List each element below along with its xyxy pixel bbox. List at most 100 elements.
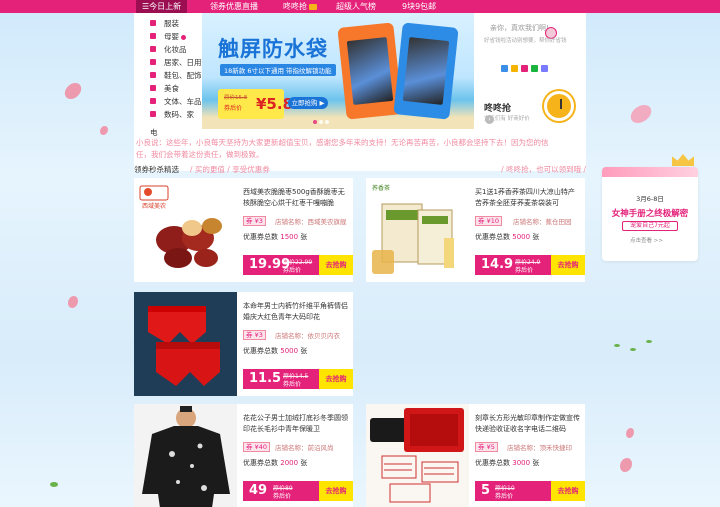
shoe-icon [150,72,156,78]
banner-coupon: 原价15.8 券后价 ¥5.8 [218,89,293,119]
shop-name[interactable]: 店铺名称：前沿风尚 [275,442,334,452]
greeting-text: 亲你，真欢我们啊! [490,24,549,32]
product-card[interactable]: 荞香茶 买1送1荞香荞茶四川大凉山特产苦荞茶全胚芽荞麦茶袋装可 券 ¥10 店铺… [366,178,585,282]
shop-name[interactable]: 店铺名称：顶禾快捷印 [507,442,572,452]
buy-button[interactable]: 去抢购 [319,369,353,389]
product-image[interactable]: 荞香茶 [366,178,469,282]
jujube-image: 西域美农 [139,185,222,268]
hero-banner[interactable]: 触屏防水袋 18新款 6寸以下通用 带指纹解锁功能 原价15.8 券后价 ¥5.… [202,13,474,129]
weibo-icon[interactable] [521,65,528,72]
nav-item-coupon-live[interactable]: 领券优惠直播 [210,0,258,13]
category-sidebar: 服装 母婴 化妆品 居家、日用 鞋包、配饰 美食 文体、车品 数码、家 [134,13,202,131]
buy-button[interactable]: 去抢购 [551,255,585,275]
category-item-shoes[interactable]: 鞋包、配饰 [134,69,202,82]
clothes-icon [150,20,156,26]
price: 49 [249,483,268,498]
gift-icon [309,3,317,10]
stamp-image [370,408,464,503]
product-card[interactable]: 刻章长方形光敏印章制作定做宣传快递验收证收名字电话二维码 券 ¥5 店铺名称：顶… [366,404,585,507]
product-card[interactable]: 花花公子男士加绒打底衫冬季圆领印花长毛衫中青年保暖卫 券 ¥40 店铺名称：前沿… [134,404,353,507]
buy-button[interactable]: 去抢购 [319,255,353,275]
banner-dot[interactable] [313,120,317,124]
phone-pouch-image [393,22,459,120]
product-title[interactable]: 花花公子男士加绒打底衫冬季圆领印花长毛衫中青年保暖卫 [243,413,349,435]
promo-more-link[interactable]: 点击查看 >> [630,236,663,244]
coupon-total: 优惠券总数 5000 张 [475,233,540,241]
food-icon [150,85,156,91]
petal-decoration [627,102,655,126]
user-panel: 亲你，真欢我们啊! 好省钱啦活动别想要，帮你好省钱 咚咚抢 女王们有 好商好价 [474,13,586,129]
price: 11.5 [249,371,282,386]
category-item-sports[interactable]: 文体、车品 [134,95,202,108]
category-item-clothes[interactable]: 服装 [134,17,202,30]
notice-text: 小良说：这些年，小良每天坚持为大家更新超值宝贝，感谢您多年来的支持！无论再苦再苦… [136,138,549,159]
leaf-decoration [630,348,636,351]
banner-buy-button[interactable]: 立即抢购 ▶ [288,97,328,109]
price: 14.9 [481,257,514,272]
petal-decoration [68,296,78,308]
nav-item-9-9[interactable]: 9块9包邮 [402,0,436,13]
product-image[interactable] [134,292,237,396]
product-title[interactable]: 买1送1荞香荞茶四川大凉山特产苦荞茶全胚芽荞麦茶袋装可 [475,187,581,209]
price-bar: 5 原价10 券后价 去抢购 [475,481,585,501]
product-card[interactable]: 本命年男士内裤竹纤维平角裤情侣婚庆大红色青年大码印花 券 ¥3 店铺名称：依贝贝… [134,292,353,396]
promo-card[interactable]: 3月6-8日 女神手册之终极解密 宠爱自己7元起 点击查看 >> [602,167,698,261]
shop-name[interactable]: 店铺名称：蕉仓田园 [513,216,572,226]
section-title: 领券秒杀精选 [134,165,179,174]
section-right-link[interactable]: / 咚咚抢，也可以领到哦 / [501,164,586,175]
nav-item-today-new[interactable]: ☰今日上新 [136,0,188,13]
black-shirt-image [142,406,230,507]
hot-badge-icon [181,34,186,40]
coupon-total: 优惠券总数 5000 张 [243,347,308,355]
coupon-badge: 券 ¥10 [475,216,502,226]
nav-item-popular[interactable]: 超级人气榜 [336,0,376,13]
shop-name[interactable]: 店铺名称：西域美农旗舰 [275,216,347,226]
section-slogan: / 买的更值 / 享受优惠券 [190,165,270,174]
coupon-total: 优惠券总数 1500 张 [243,233,308,241]
buy-button[interactable]: 去抢购 [319,481,353,501]
banner-subtitle: 18新款 6寸以下通用 带指纹解锁功能 [220,64,336,76]
nav-item-dongdong[interactable]: 咚咚抢 [283,0,317,13]
wechat-icon[interactable] [531,65,538,72]
leaf-decoration [614,344,620,347]
shop-name[interactable]: 店铺名称：依贝贝内衣 [275,330,340,340]
category-item-home[interactable]: 居家、日用 [134,56,202,69]
phone-pouch-image [337,22,403,120]
category-item-baby[interactable]: 母婴 [134,30,202,43]
more-icon[interactable] [541,65,548,72]
product-image[interactable] [366,404,469,507]
petal-decoration [620,458,632,472]
alarm-clock-icon [544,91,574,121]
product-image[interactable]: 西域美农 [134,178,237,282]
greeting-subtext: 好省钱啦活动别想要，帮你好省钱 [484,38,567,44]
banner-pagination [313,117,331,126]
qq-icon[interactable] [501,65,508,72]
price-bar: 11.5 原价14.5 券后价 去抢购 [243,369,353,389]
coupon-total: 优惠券总数 2000 张 [243,459,308,467]
leaf-decoration [50,482,58,487]
arrow-right-icon[interactable]: › [485,115,494,124]
promo-title: 女神手册之终极解密 [611,209,689,219]
coupon-total: 优惠券总数 3000 张 [475,459,540,467]
promo-date: 3月6-8日 [636,195,664,203]
product-title[interactable]: 西域美农脆脆枣500g香酥脆枣无核酥脆空心烘干红枣干嘎嘣脆 [243,187,349,209]
product-image[interactable] [134,404,237,507]
tea-image: 荞香茶 [372,184,454,274]
petal-decoration [62,79,84,103]
petal-decoration [100,126,108,135]
digital-icon [150,111,156,117]
price-bar: 49 原价89 券后价 去抢购 [243,481,353,501]
category-item-digital[interactable]: 数码、家 [134,108,202,121]
promo-tag[interactable]: 宠爱自己7元起 [622,221,678,231]
category-item-food[interactable]: 美食 [134,82,202,95]
taobao-icon[interactable] [511,65,518,72]
ddq-title[interactable]: 咚咚抢 [484,101,511,114]
product-title[interactable]: 本命年男士内裤竹纤维平角裤情侣婚庆大红色青年大码印花 [243,301,349,323]
product-card[interactable]: 西域美农 西域美农脆脆枣500g香酥脆枣无核酥脆空心烘干红枣干嘎嘣脆 券 ¥3 … [134,178,353,282]
banner-dot[interactable] [319,120,323,124]
buy-button[interactable]: 去抢购 [551,481,585,501]
product-title[interactable]: 刻章长方形光敏印章制作定做宣传快递验收证收名字电话二维码 [475,413,581,435]
category-item-cosmetics[interactable]: 化妆品 [134,43,202,56]
banner-dot[interactable] [325,120,329,124]
cosmetics-icon [150,46,156,52]
